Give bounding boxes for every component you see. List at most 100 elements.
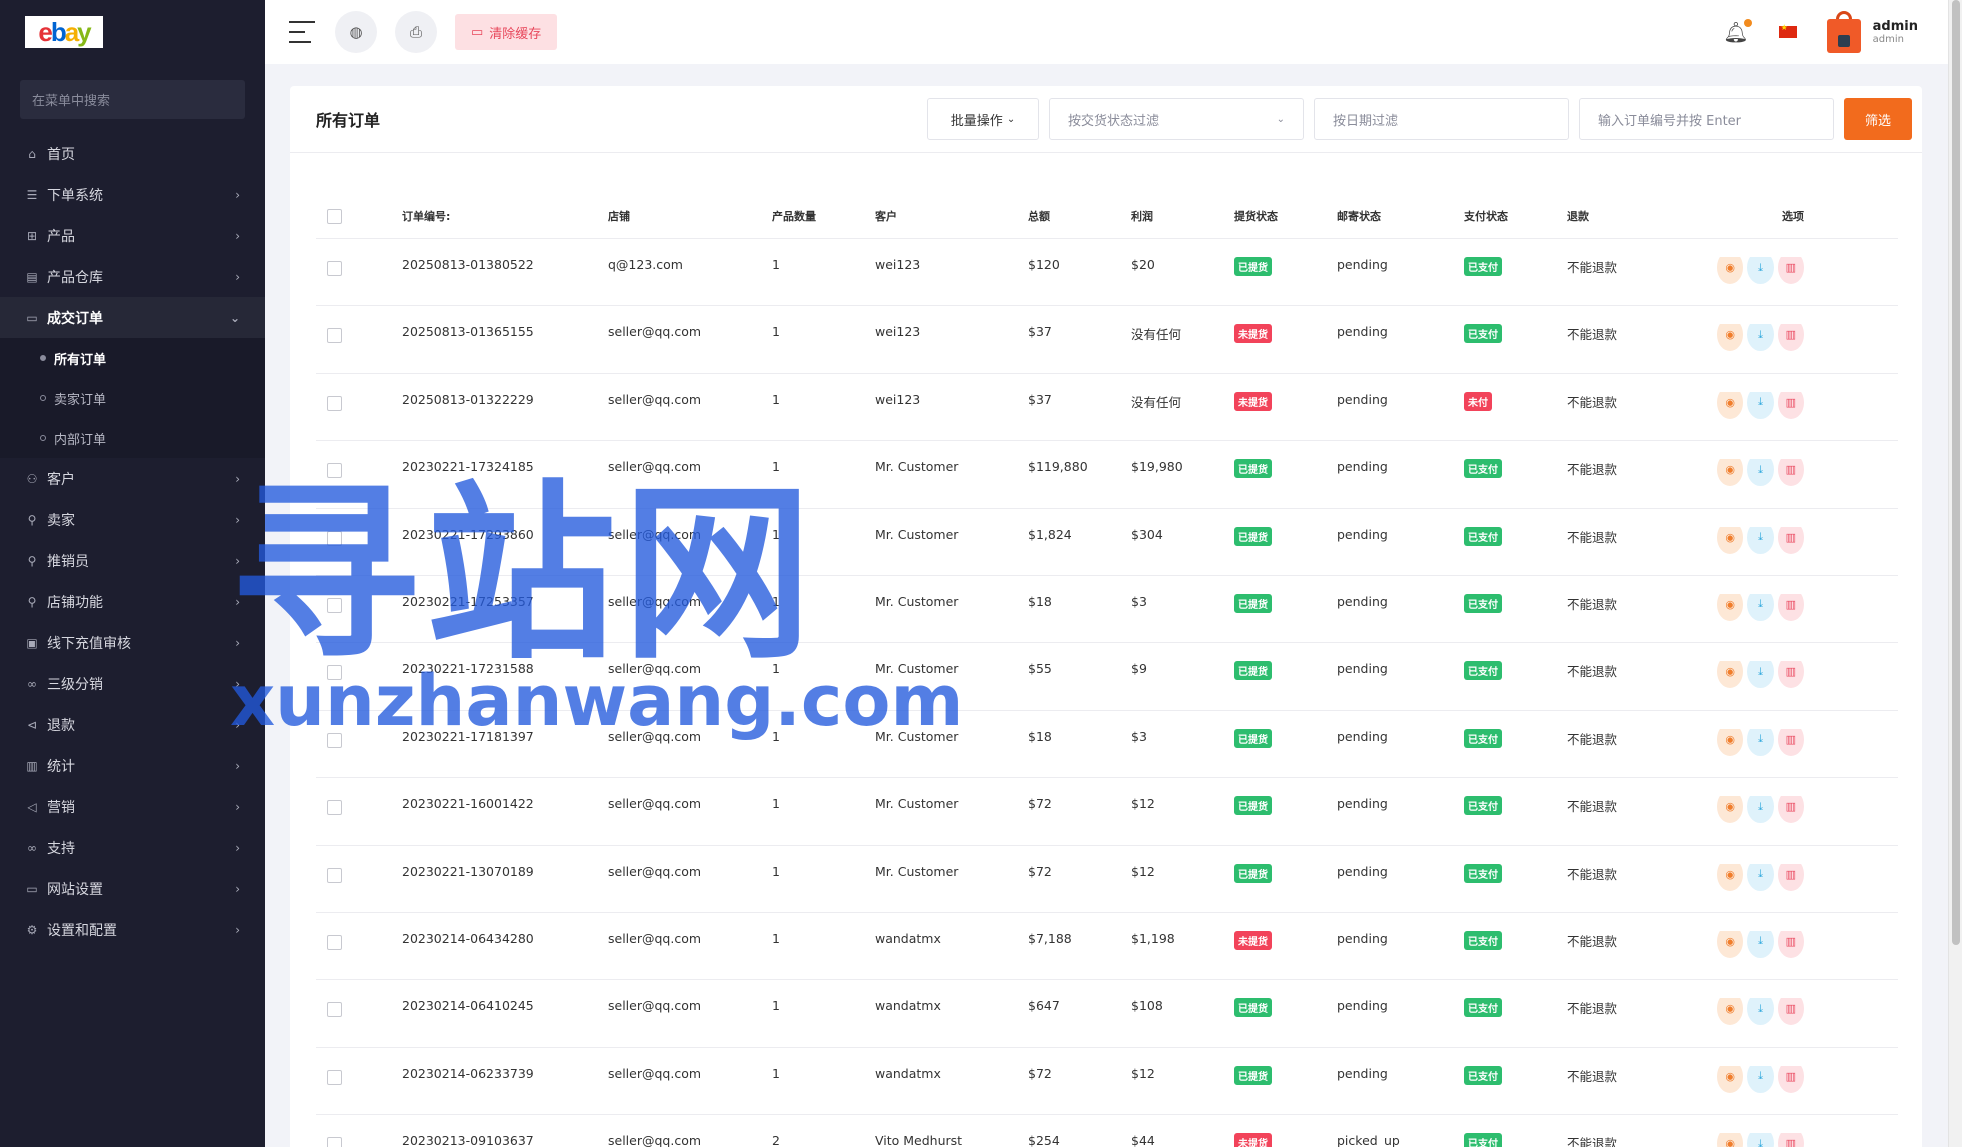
row-checkbox[interactable] bbox=[327, 665, 342, 681]
eye-icon[interactable]: ◉ bbox=[1717, 1065, 1744, 1093]
trash-icon[interactable]: ▥ bbox=[1777, 661, 1804, 689]
eye-icon[interactable]: ◉ bbox=[1717, 930, 1744, 958]
logo[interactable]: ebay bbox=[0, 0, 265, 64]
trash-icon[interactable]: ▥ bbox=[1777, 1133, 1804, 1147]
trash-icon[interactable]: ▥ bbox=[1777, 930, 1804, 958]
eye-icon[interactable]: ◉ bbox=[1717, 526, 1744, 554]
globe-icon[interactable]: ◍ bbox=[335, 11, 377, 53]
row-checkbox[interactable] bbox=[327, 530, 342, 546]
user-menu[interactable]: admin admin bbox=[1873, 19, 1918, 45]
trash-icon[interactable]: ▥ bbox=[1777, 998, 1804, 1026]
batch-actions-dropdown[interactable]: 批量操作 ⌄ bbox=[927, 98, 1039, 140]
sidebar-item-home[interactable]: ⌂ 首页 bbox=[0, 133, 265, 174]
trash-icon[interactable]: ▥ bbox=[1777, 459, 1804, 487]
table-row[interactable]: 20230221-17293860 seller@qq.com 1 Mr. Custo… bbox=[316, 509, 1898, 576]
download-icon[interactable]: ⤓ bbox=[1747, 930, 1774, 958]
page-scrollbar[interactable] bbox=[1948, 0, 1962, 1147]
row-checkbox[interactable] bbox=[327, 1002, 342, 1018]
row-checkbox[interactable] bbox=[327, 732, 342, 748]
eye-icon[interactable]: ◉ bbox=[1717, 459, 1744, 487]
row-checkbox[interactable] bbox=[327, 597, 342, 613]
table-row[interactable]: 20230214-06233739 seller@qq.com 1 wandatmx $… bbox=[316, 1048, 1898, 1116]
sidebar-item-megaphone[interactable]: ◁ 营销 › bbox=[0, 786, 265, 827]
trash-icon[interactable]: ▥ bbox=[1777, 1065, 1804, 1093]
table-row[interactable]: 20230213-09103637 seller@qq.com 2 Vito Medh… bbox=[316, 1115, 1898, 1147]
print-icon[interactable]: ⎙ bbox=[395, 11, 437, 53]
sidebar-item-list[interactable]: ☰ 下单系统 › bbox=[0, 174, 265, 215]
trash-icon[interactable]: ▥ bbox=[1777, 324, 1804, 352]
trash-icon[interactable]: ▥ bbox=[1777, 391, 1804, 419]
download-icon[interactable]: ⤓ bbox=[1747, 998, 1774, 1026]
trash-icon[interactable]: ▥ bbox=[1777, 863, 1804, 891]
avatar[interactable] bbox=[1826, 11, 1861, 53]
filter-button[interactable]: 筛选 bbox=[1844, 98, 1912, 140]
eye-icon[interactable]: ◉ bbox=[1717, 1133, 1744, 1147]
download-icon[interactable]: ⤓ bbox=[1747, 459, 1774, 487]
table-row[interactable]: 20230221-17324185 seller@qq.com 1 Mr. Custo… bbox=[316, 441, 1898, 509]
table-row[interactable]: 20230221-13070189 seller@qq.com 1 Mr. Custo… bbox=[316, 846, 1898, 913]
download-icon[interactable]: ⤓ bbox=[1747, 728, 1774, 756]
order-search-input[interactable]: 输入订单编号并按 Enter bbox=[1579, 98, 1834, 140]
sidebar-item-store[interactable]: ⚲ 店铺功能 › bbox=[0, 581, 265, 622]
menu-toggle-icon[interactable] bbox=[289, 21, 315, 43]
select-all-checkbox[interactable] bbox=[327, 208, 342, 224]
row-checkbox[interactable] bbox=[327, 800, 342, 816]
sidebar-item-settings[interactable]: ⚙ 设置和配置 › bbox=[0, 909, 265, 950]
download-icon[interactable]: ⤓ bbox=[1747, 593, 1774, 621]
table-row[interactable]: 20250813-01365155 seller@qq.com 1 wei123 $37… bbox=[316, 306, 1898, 374]
sidebar-item-orders[interactable]: ▭ 成交订单 ⌄ bbox=[0, 297, 265, 338]
table-row[interactable]: 20230214-06410245 seller@qq.com 1 wandatmx $… bbox=[316, 980, 1898, 1048]
sidebar-item-support[interactable]: ∞ 支持 › bbox=[0, 827, 265, 868]
eye-icon[interactable]: ◉ bbox=[1717, 257, 1744, 284]
trash-icon[interactable]: ▥ bbox=[1777, 593, 1804, 621]
sidebar-item-cart[interactable]: ⊞ 产品 › bbox=[0, 215, 265, 256]
eye-icon[interactable]: ◉ bbox=[1717, 324, 1744, 352]
download-icon[interactable]: ⤓ bbox=[1747, 324, 1774, 352]
eye-icon[interactable]: ◉ bbox=[1717, 863, 1744, 891]
eye-icon[interactable]: ◉ bbox=[1717, 391, 1744, 419]
sidebar-item-users[interactable]: ⚇ 客户 › bbox=[0, 458, 265, 499]
sidebar-item-warehouse[interactable]: ▤ 产品仓库 › bbox=[0, 256, 265, 297]
submenu-item[interactable]: 所有订单 bbox=[0, 338, 265, 378]
row-checkbox[interactable] bbox=[327, 395, 342, 411]
eye-icon[interactable]: ◉ bbox=[1717, 661, 1744, 689]
download-icon[interactable]: ⤓ bbox=[1747, 1065, 1774, 1093]
table-row[interactable]: 20230221-17253357 seller@qq.com 1 Mr. Custo… bbox=[316, 576, 1898, 644]
table-row[interactable]: 20250813-01380522 q@123.com 1 wei123 $120 $20… bbox=[316, 239, 1898, 307]
row-checkbox[interactable] bbox=[327, 328, 342, 344]
eye-icon[interactable]: ◉ bbox=[1717, 796, 1744, 824]
row-checkbox[interactable] bbox=[327, 1137, 342, 1147]
download-icon[interactable]: ⤓ bbox=[1747, 391, 1774, 419]
table-row[interactable]: 20230221-17231588 seller@qq.com 1 Mr. Custo… bbox=[316, 643, 1898, 711]
download-icon[interactable]: ⤓ bbox=[1747, 526, 1774, 554]
download-icon[interactable]: ⤓ bbox=[1747, 796, 1774, 824]
table-row[interactable]: 20230221-17181397 seller@qq.com 1 Mr. Custo… bbox=[316, 711, 1898, 779]
row-checkbox[interactable] bbox=[327, 261, 342, 276]
download-icon[interactable]: ⤓ bbox=[1747, 1133, 1774, 1147]
trash-icon[interactable]: ▥ bbox=[1777, 728, 1804, 756]
row-checkbox[interactable] bbox=[327, 1069, 342, 1085]
sidebar-item-refund[interactable]: ⊲ 退款 › bbox=[0, 704, 265, 745]
download-icon[interactable]: ⤓ bbox=[1747, 863, 1774, 891]
row-checkbox[interactable] bbox=[327, 934, 342, 950]
submenu-item[interactable]: 内部订单 bbox=[0, 418, 265, 458]
trash-icon[interactable]: ▥ bbox=[1777, 526, 1804, 554]
trash-icon[interactable]: ▥ bbox=[1777, 257, 1804, 284]
download-icon[interactable]: ⤓ bbox=[1747, 257, 1774, 284]
trash-icon[interactable]: ▥ bbox=[1777, 796, 1804, 824]
date-filter-input[interactable]: 按日期过滤 bbox=[1314, 98, 1569, 140]
scrollbar-thumb[interactable] bbox=[1952, 0, 1960, 945]
table-row[interactable]: 20230214-06434280 seller@qq.com 1 wandatmx $… bbox=[316, 913, 1898, 981]
table-row[interactable]: 20230221-16001422 seller@qq.com 1 Mr. Custo… bbox=[316, 778, 1898, 846]
ebay-logo[interactable]: ebay bbox=[25, 16, 103, 48]
sidebar-item-link[interactable]: ∞ 三级分销 › bbox=[0, 663, 265, 704]
notification-bell-icon[interactable]: 🔔︎ bbox=[1723, 19, 1752, 44]
clear-cache-button[interactable]: ▭ 清除缓存 bbox=[455, 14, 558, 50]
delivery-status-filter[interactable]: 按交货状态过滤 ⌄ bbox=[1049, 98, 1304, 140]
sidebar-item-recharge[interactable]: ▣ 线下充值审核 › bbox=[0, 622, 265, 663]
download-icon[interactable]: ⤓ bbox=[1747, 661, 1774, 689]
sidebar-item-stats[interactable]: ▥ 统计 › bbox=[0, 745, 265, 786]
table-row[interactable]: 20250813-01322229 seller@qq.com 1 wei123 $37… bbox=[316, 374, 1898, 442]
language-flag-icon[interactable] bbox=[1778, 23, 1797, 38]
menu-search-input[interactable]: 在菜单中搜索 bbox=[20, 80, 245, 119]
